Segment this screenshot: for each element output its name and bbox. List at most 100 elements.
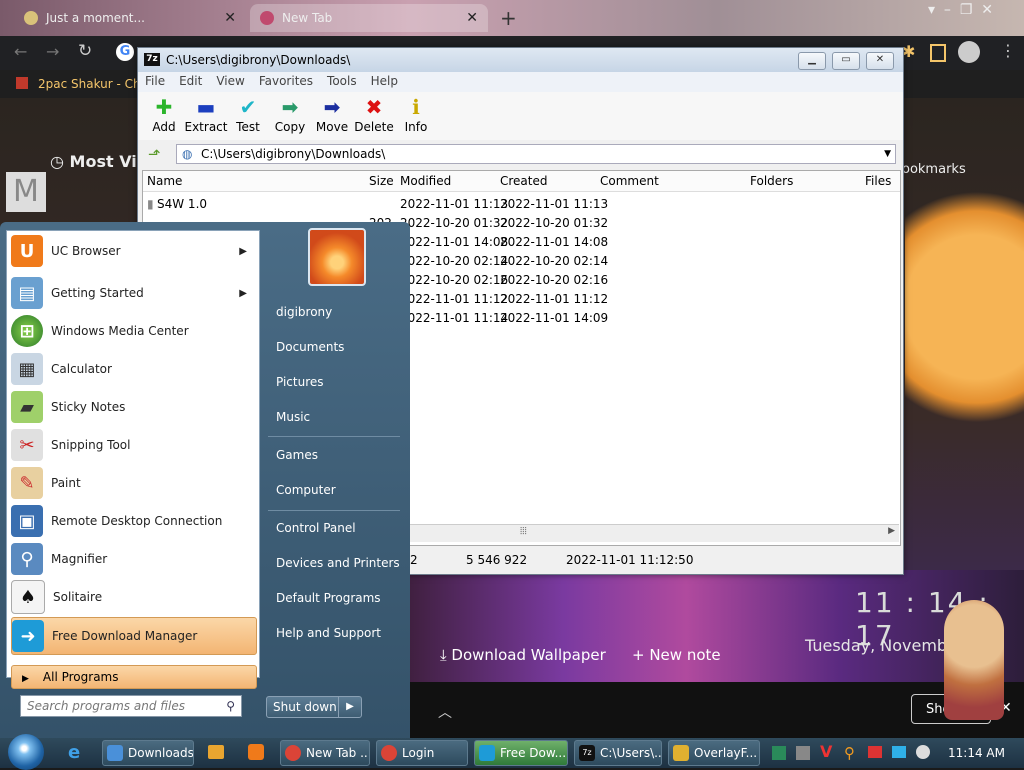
all-programs-button[interactable]: ▶ All Programs xyxy=(11,665,257,689)
info-button[interactable]: ℹ Info xyxy=(394,96,438,134)
copy-button[interactable]: ➡ Copy xyxy=(268,96,312,134)
tray-network-icon[interactable] xyxy=(772,746,786,760)
menu-view[interactable]: View xyxy=(209,72,251,90)
download-icon: ⤓ xyxy=(440,646,452,664)
column-name[interactable]: Name xyxy=(147,174,182,188)
start-search-input[interactable]: Search programs and files ⚲ xyxy=(20,695,242,717)
menu-file[interactable]: File xyxy=(138,72,172,90)
program-magnifier[interactable]: ⚲ Magnifier xyxy=(11,541,255,577)
scroll-thumb-grip-icon[interactable]: ⦙⦙⦙ xyxy=(520,526,527,537)
start-right-pictures[interactable]: Pictures xyxy=(276,375,324,389)
forward-icon[interactable]: → xyxy=(46,42,59,61)
table-row[interactable]: ▮ S4W 1.0 2022-11-01 11:13 2022-11-01 11:13 xyxy=(143,195,900,214)
chrome-tab-new-tab[interactable]: New Tab ✕ xyxy=(250,4,488,32)
column-files[interactable]: Files xyxy=(865,174,891,188)
extract-button[interactable]: ▬ Extract xyxy=(184,96,228,134)
start-right-computer[interactable]: Computer xyxy=(276,483,336,497)
address-input[interactable]: ◍ C:\Users\digibrony\Downloads\ ▼ xyxy=(176,144,896,164)
chrome-tab-just-a-moment[interactable]: Just a moment... ✕ xyxy=(14,4,246,32)
maximize-button[interactable]: ▭ xyxy=(832,52,860,70)
tray-app-icon[interactable] xyxy=(796,746,810,760)
media-player-icon[interactable] xyxy=(208,745,224,759)
uc-browser-taskbar-icon[interactable] xyxy=(248,744,264,760)
start-right-music[interactable]: Music xyxy=(276,410,310,424)
taskbar-item-7zip[interactable]: 7z C:\Users\... xyxy=(574,740,662,766)
start-right-devices-printers[interactable]: Devices and Printers xyxy=(276,556,400,570)
menu-tools[interactable]: Tools xyxy=(320,72,364,90)
minimize-button[interactable]: ▁ xyxy=(798,52,826,70)
gmail-tile-icon[interactable]: M xyxy=(6,172,46,212)
tab-label: Just a moment... xyxy=(46,11,145,25)
user-picture-avatar[interactable] xyxy=(308,228,366,286)
program-windows-media-center[interactable]: ⊞ Windows Media Center xyxy=(11,313,255,349)
program-getting-started[interactable]: ▤ Getting Started ▶ xyxy=(11,275,255,311)
program-sticky-notes[interactable]: ▰ Sticky Notes xyxy=(11,389,255,425)
start-right-control-panel[interactable]: Control Panel xyxy=(276,521,356,535)
start-orb-button[interactable] xyxy=(8,734,44,770)
program-calculator[interactable]: ▦ Calculator xyxy=(11,351,255,387)
new-tab-button[interactable]: + xyxy=(500,6,517,30)
shutdown-options-arrow-icon[interactable]: ▶ xyxy=(338,697,361,717)
close-button[interactable]: ✕ xyxy=(866,52,894,70)
program-snipping-tool[interactable]: ✂ Snipping Tool xyxy=(11,427,255,463)
test-button[interactable]: ✔ Test xyxy=(226,96,270,134)
start-right-help-support[interactable]: Help and Support xyxy=(276,626,381,640)
search-icon: ⚲ xyxy=(226,699,235,713)
column-modified[interactable]: Modified xyxy=(400,174,451,188)
tab-close-icon[interactable]: ✕ xyxy=(466,10,478,26)
scroll-right-icon[interactable]: ▶ xyxy=(888,526,895,536)
tab-close-icon[interactable]: ✕ xyxy=(224,10,236,26)
magnifier-icon: ⚲ xyxy=(11,543,43,575)
dropdown-arrow-icon[interactable]: ▼ xyxy=(884,145,891,163)
menu-edit[interactable]: Edit xyxy=(172,72,209,90)
start-right-digibrony[interactable]: digibrony xyxy=(276,305,332,319)
start-right-documents[interactable]: Documents xyxy=(276,340,344,354)
download-wallpaper-link[interactable]: ⤓ Download Wallpaper xyxy=(440,646,606,664)
tray-volume-icon[interactable] xyxy=(916,745,930,759)
taskbar-item-overlay[interactable]: OverlayF... xyxy=(668,740,760,766)
tray-monitor-icon[interactable] xyxy=(892,746,906,758)
shut-down-button[interactable]: Shut down ▶ xyxy=(266,696,362,718)
reload-icon[interactable]: ↻ xyxy=(78,41,92,61)
program-free-download-manager[interactable]: ➜ Free Download Manager xyxy=(11,617,257,655)
back-icon[interactable]: ← xyxy=(14,42,27,61)
chrome-icon xyxy=(285,745,301,761)
taskbar-item-new-tab[interactable]: New Tab ... xyxy=(280,740,370,766)
program-remote-desktop[interactable]: ▣ Remote Desktop Connection xyxy=(11,503,255,539)
tray-v-icon[interactable]: V xyxy=(820,742,832,761)
extension-icon[interactable]: ✱ xyxy=(902,42,915,61)
program-uc-browser[interactable]: U UC Browser ▶ xyxy=(11,233,255,269)
menu-favorites[interactable]: Favorites xyxy=(252,72,320,90)
start-right-games[interactable]: Games xyxy=(276,448,318,462)
program-solitaire[interactable]: ♠ Solitaire xyxy=(11,579,255,615)
profile-icon[interactable] xyxy=(958,41,980,63)
menu-help[interactable]: Help xyxy=(364,72,405,90)
delete-button[interactable]: ✖ Delete xyxy=(352,96,396,134)
7zip-title-bar[interactable]: 7z C:\Users\digibrony\Downloads\ ▁ ▭ ✕ xyxy=(138,48,903,72)
bookmarks-label[interactable]: ookmarks xyxy=(902,162,966,177)
tray-clock[interactable]: 11:14 AM xyxy=(948,746,1005,760)
bookmark-2pac[interactable]: 2pac Shakur - Chro xyxy=(38,77,153,91)
program-paint[interactable]: ✎ Paint xyxy=(11,465,255,501)
sidepanel-icon[interactable] xyxy=(930,44,946,62)
tray-flag-icon[interactable] xyxy=(868,746,882,758)
column-comment[interactable]: Comment xyxy=(600,174,659,188)
taskbar-item-login[interactable]: Login xyxy=(376,740,468,766)
up-folder-icon[interactable]: ⬏ xyxy=(148,145,161,163)
new-note-link[interactable]: + New note xyxy=(632,646,721,664)
tray-search-icon[interactable]: ⚲ xyxy=(844,744,855,762)
start-right-default-programs[interactable]: Default Programs xyxy=(276,591,381,605)
menu-dots-icon[interactable]: ⋮ xyxy=(1000,41,1016,60)
move-button[interactable]: ➡ Move xyxy=(310,96,354,134)
taskbar-item-free-download[interactable]: Free Dow... xyxy=(474,740,568,766)
column-size[interactable]: Size xyxy=(369,174,394,188)
chrome-window-controls[interactable]: ▾ – ❐ ✕ xyxy=(928,2,993,18)
taskbar-item-downloads[interactable]: Downloads xyxy=(102,740,194,766)
add-button[interactable]: ✚ Add xyxy=(142,96,186,134)
column-folders[interactable]: Folders xyxy=(750,174,793,188)
internet-explorer-icon[interactable]: e xyxy=(68,742,80,763)
column-created[interactable]: Created xyxy=(500,174,548,188)
sticky-notes-icon: ▰ xyxy=(11,391,43,423)
collapse-up-icon[interactable]: ︿ xyxy=(438,702,452,722)
dog-sticker-image xyxy=(944,600,1004,720)
